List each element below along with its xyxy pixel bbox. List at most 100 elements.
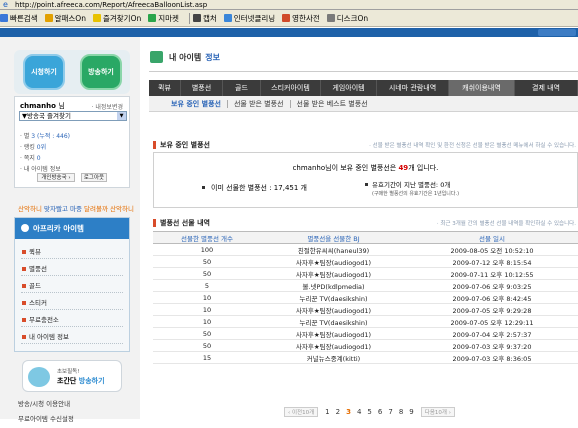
- page-link[interactable]: 8: [399, 408, 403, 416]
- tab-1[interactable]: 별풍선: [181, 80, 223, 96]
- sub-tabs: 보유 중인 별풍선 선물 받은 별풍선 선물 받은 베스트 별풍선: [149, 96, 578, 112]
- tab-0[interactable]: 퀵뷰: [149, 80, 181, 96]
- gift-bj-cell[interactable]: 커널뉴스중계(kitti): [261, 351, 406, 364]
- watch-button[interactable]: 시청하기: [23, 54, 65, 90]
- subtab-0[interactable]: 보유 중인 별풍선: [171, 99, 221, 109]
- prev-page-button[interactable]: ‹ 이전10개: [284, 407, 319, 417]
- stat-label: 랭킹: [23, 144, 35, 151]
- favorites-select-value: ▼방송국 즐겨찾기: [22, 112, 71, 120]
- link-capture[interactable]: 캡처: [192, 13, 217, 24]
- gifts-table-header: 선물한 별풍선 개수 별풍선을 선물한 BJ 선물 일시: [153, 231, 578, 244]
- gift-date-cell: 2009-07-06 오후 9:03:25: [406, 279, 578, 292]
- page-link[interactable]: 3: [346, 408, 351, 416]
- gift-date-cell: 2009-07-04 오후 2:57:37: [406, 327, 578, 340]
- gift-bj-cell[interactable]: 친절한유씨씨(haneul39): [261, 243, 406, 256]
- gift-bj-cell[interactable]: 누리꾼 TV(daesikshin): [261, 315, 406, 328]
- personal-station-button[interactable]: 개인방송국 ›: [37, 173, 75, 182]
- gift-bj-cell[interactable]: 사자후★팀장(audiogod1): [261, 327, 406, 340]
- promo-line2a: 초간단: [57, 377, 79, 385]
- page-link[interactable]: 5: [367, 408, 371, 416]
- tab-3[interactable]: 스티커아이템: [261, 80, 321, 96]
- gift-bj-cell[interactable]: 사자후★팀장(audiogod1): [261, 303, 406, 316]
- gift-bj-cell[interactable]: 사자후★팀장(audiogod1): [261, 339, 406, 352]
- tab-7[interactable]: 결제 내역: [515, 80, 578, 96]
- main-tabs: 퀵뷰 별풍선 골드 스티커아이템 게임아이템 시네마 관람내역 캐쉬이용내역 결제 내역: [149, 80, 578, 96]
- link-disk[interactable]: 디스크On: [326, 13, 368, 24]
- link-label: 알패스On: [54, 13, 86, 23]
- user-stat-1: · 랭킹 0위: [20, 144, 47, 151]
- live-banner[interactable]: 산악하니 맞자빨고 마중 달려볼까 산악하니: [18, 203, 134, 213]
- table-row: 50 사자후★팀장(audiogod1) 2009-07-04 오후 2:57:37: [153, 327, 578, 340]
- gifts-note: · 최근 3개월 간의 별풍선 선물 내역을 확인하실 수 있습니다.: [436, 221, 576, 227]
- gifts-heading: 별풍선 선물 내역: [153, 218, 210, 228]
- link-cleaning[interactable]: 인터넷클리닝: [223, 13, 275, 24]
- free-item-setting-link[interactable]: 무료아이템 수신설정: [18, 413, 74, 423]
- page-link[interactable]: 9: [409, 408, 413, 416]
- item-menu-box: 아프리카 아이템 퀵뷰 별풍선 골드 스티커 무료충전소 내 아이템 정보: [14, 217, 130, 352]
- item-menu-5[interactable]: 내 아이템 정보: [21, 330, 123, 344]
- table-row: 10 사자후★팀장(audiogod1) 2009-07-05 오후 9:29:28: [153, 303, 578, 316]
- gift-count-cell: 100: [153, 243, 261, 256]
- live-text-3: 달려볼까 산악하니: [84, 205, 134, 213]
- table-row: 5 볼.넷PD(kdlpmedia) 2009-07-06 오후 9:03:25: [153, 279, 578, 292]
- gift-date-cell: 2009-07-06 오후 8:42:45: [406, 291, 578, 304]
- beginner-promo[interactable]: 초보필독! 초간단 방송하기: [22, 360, 122, 392]
- user-stat-3[interactable]: · 내 아이템 정보: [20, 164, 70, 173]
- gift-date-cell: 2009-07-05 오후 9:29:28: [406, 303, 578, 316]
- subtab-divider: [289, 99, 291, 108]
- item-menu-4[interactable]: 무료충전소: [21, 313, 123, 327]
- link-star[interactable]: 즐겨찾기On: [92, 13, 141, 24]
- link-label: 캡처: [202, 13, 217, 23]
- holding-line-post: 개 입니다.: [408, 164, 439, 172]
- page-link[interactable]: 4: [357, 408, 361, 416]
- logout-button[interactable]: 로그아웃: [81, 173, 107, 182]
- item-menu-1[interactable]: 별풍선: [21, 262, 123, 276]
- pagination: ‹ 이전10개 1 2 3 4 5 6 7 8 9 다음10개 ›: [280, 407, 459, 417]
- top-bar-button[interactable]: [538, 29, 576, 36]
- item-menu-0[interactable]: 퀵뷰: [21, 245, 123, 259]
- live-text-1: 산악하니: [18, 205, 42, 213]
- link-gmarket[interactable]: 지마켓: [148, 13, 179, 24]
- tab-4[interactable]: 게임아이템: [321, 80, 377, 96]
- gift-bj-cell[interactable]: 누리꾼 TV(daesikshin): [261, 291, 406, 304]
- gifts-table: 선물한 별풍선 개수 별풍선을 선물한 BJ 선물 일시 100 친절한유씨씨(han…: [153, 231, 578, 364]
- gift-date-cell: 2009-07-05 오후 12:29:11: [406, 315, 578, 328]
- tab-2[interactable]: 골드: [223, 80, 261, 96]
- gift-count-cell: 10: [153, 303, 261, 316]
- address-bar[interactable]: e http://point.afreeca.com/Report/Afreec…: [0, 0, 578, 10]
- subtab-divider: [226, 99, 228, 108]
- page-link[interactable]: 6: [378, 408, 382, 416]
- page-link[interactable]: 7: [388, 408, 392, 416]
- item-menu-3[interactable]: 스티커: [21, 296, 123, 310]
- star-icon: [92, 14, 101, 22]
- gift-bj-cell[interactable]: 사자후★팀장(audiogod1): [261, 267, 406, 280]
- broadcast-button[interactable]: 방송하기: [80, 54, 122, 90]
- tab-6[interactable]: 캐쉬이용내역: [449, 80, 515, 96]
- address-url[interactable]: http://point.afreeca.com/Report/AfreecaB…: [15, 1, 207, 9]
- links-toolbar: 빠른검색 알패스On 즐겨찾기On 지마켓 캡처 인터넷클리닝 영한사전 디스크On: [0, 10, 578, 27]
- item-menu-2[interactable]: 골드: [21, 279, 123, 293]
- gift-date-cell: 2009-07-12 오후 8:15:54: [406, 255, 578, 268]
- guide-link[interactable]: 방송/시청 이용안내: [18, 398, 74, 408]
- link-dictionary[interactable]: 영한사전: [282, 13, 320, 24]
- chevron-down-icon[interactable]: ▼: [117, 112, 126, 120]
- page-link[interactable]: 2: [336, 408, 340, 416]
- change-info-link[interactable]: · 내정보변경: [92, 102, 123, 111]
- user-box: chmanho 님 · 내정보변경 ▼방송국 즐겨찾기 ▼ · 별 3 (누적 :…: [14, 96, 130, 188]
- user-stats: · 별 3 (누적 : 446) · 랭킹 0위 · 쪽지 0 · 내 아이템 정보: [20, 131, 70, 175]
- tab-5[interactable]: 시네마 관람내역: [377, 80, 449, 96]
- link-alpass[interactable]: 알패스On: [44, 13, 86, 24]
- subtab-2[interactable]: 선물 받은 베스트 별풍선: [297, 99, 368, 109]
- gift-bj-cell[interactable]: 사자후★팀장(audiogod1): [261, 255, 406, 268]
- holding-note: · 선물 받은 별풍선 내역 확인 및 환전 신청은 선물 받은 별풍선 메뉴에…: [369, 143, 576, 149]
- favorites-select[interactable]: ▼방송국 즐겨찾기 ▼: [19, 111, 127, 121]
- sidebar-bottom-links: 방송/시청 이용안내 무료아이템 수신설정: [18, 398, 74, 428]
- link-search[interactable]: 빠른검색: [0, 13, 38, 24]
- subtab-1[interactable]: 선물 받은 별풍선: [234, 99, 284, 109]
- section-marker-icon: [153, 219, 156, 227]
- next-page-button[interactable]: 다음10개 ›: [420, 407, 455, 417]
- gift-bj-cell[interactable]: 볼.넷PD(kdlpmedia): [261, 279, 406, 292]
- page-title: 내 아이템 정보: [150, 51, 220, 63]
- dictionary-icon: [282, 14, 291, 22]
- page-link[interactable]: 1: [325, 408, 329, 416]
